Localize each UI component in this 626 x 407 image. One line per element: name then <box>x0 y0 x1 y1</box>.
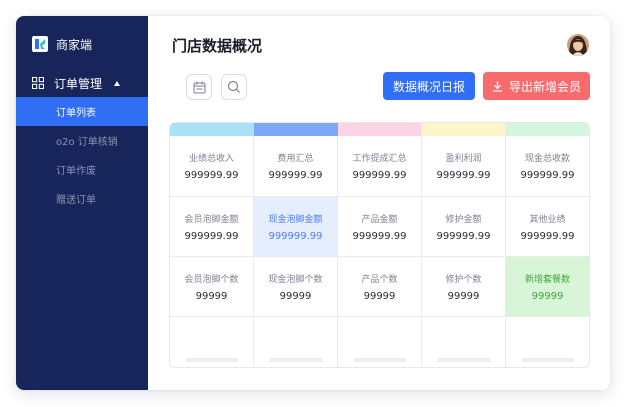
placeholder-cell <box>337 317 421 367</box>
sidebar-item-void-orders[interactable]: 订单作废 <box>16 155 148 184</box>
stat-label: 产品金额 <box>361 214 398 225</box>
table-row: 业绩总收入 999999.99 费用汇总 999999.99 工作提成汇总 99… <box>170 136 589 196</box>
calendar-button[interactable] <box>186 74 212 100</box>
stat-label: 现金泡脚金额 <box>268 214 323 225</box>
stat-value: 999999.99 <box>268 170 323 181</box>
sidebar-item-label: 订单作废 <box>56 166 96 177</box>
placeholder-cell <box>421 317 505 367</box>
stat-value: 999999.99 <box>184 170 239 181</box>
stat-label: 新增套餐数 <box>524 274 570 285</box>
download-icon <box>492 81 502 92</box>
stat-label: 现金总收款 <box>524 154 570 164</box>
loading-placeholder <box>184 358 239 362</box>
search-button[interactable] <box>221 74 247 100</box>
placeholder-cell <box>253 317 337 367</box>
loading-placeholder <box>520 358 575 362</box>
daily-report-button[interactable]: 数据概况日报 <box>383 72 475 100</box>
strip-segment <box>337 123 422 136</box>
table-row: 会员泡脚个数 99999 现金泡脚个数 99999 产品个数 99999 修护个… <box>170 256 589 316</box>
stat-cell-product-count: 产品个数 99999 <box>337 257 421 316</box>
color-strip <box>170 123 589 136</box>
app-window: 商家端 订单管理 订单列表 o2o 订单核销 订单作废 赠送订单 门店数据概况 <box>16 16 610 390</box>
stat-label: 修护金额 <box>445 214 482 225</box>
stat-label: 产品个数 <box>361 274 398 285</box>
loading-placeholder <box>436 358 491 362</box>
stat-label: 现金泡脚个数 <box>268 274 323 285</box>
stat-value: 99999 <box>279 290 312 302</box>
stat-label: 修护个数 <box>445 274 482 285</box>
sidebar-item-label: 赠送订单 <box>56 195 96 206</box>
stat-cell-other-revenue: 其他业绩 999999.99 <box>505 197 589 256</box>
stat-value: 99999 <box>363 290 396 302</box>
stat-cell-new-package-count: 新增套餐数 99999 <box>505 257 589 316</box>
stat-label: 工作提成汇总 <box>352 154 407 164</box>
stat-value: 999999.99 <box>520 170 575 181</box>
stat-cell-repair-count: 修护个数 99999 <box>421 257 505 316</box>
placeholder-cell <box>505 317 589 367</box>
stat-label: 其他业绩 <box>529 214 566 225</box>
sidebar-item-gift-orders[interactable]: 赠送订单 <box>16 184 148 213</box>
table-row: 会员泡脚金额 999999.99 现金泡脚金额 999999.99 产品金额 9… <box>170 196 589 256</box>
brand-name: 商家端 <box>56 37 93 52</box>
brand-logo-icon <box>32 36 48 52</box>
stat-label: 盈利利润 <box>445 154 482 164</box>
stat-value: 999999.99 <box>436 170 491 181</box>
sidebar-item-label: 订单列表 <box>56 108 96 119</box>
caret-up-icon[interactable] <box>114 80 121 86</box>
stat-cell-member-footbath-amount: 会员泡脚金额 999999.99 <box>170 197 253 256</box>
stat-label: 会员泡脚金额 <box>184 214 239 225</box>
stat-cell-expense-total: 费用汇总 999999.99 <box>253 136 337 196</box>
stat-label: 业绩总收入 <box>188 154 234 164</box>
search-icon <box>227 80 240 93</box>
loading-placeholder <box>268 358 323 362</box>
stat-value: 999999.99 <box>268 230 323 242</box>
stat-value: 99999 <box>195 290 228 302</box>
export-label: 导出新增会员 <box>508 79 581 94</box>
page-title: 门店数据概况 <box>172 37 263 55</box>
avatar[interactable] <box>567 34 589 56</box>
strip-segment <box>170 123 254 136</box>
export-new-members-button[interactable]: 导出新增会员 <box>483 72 590 100</box>
stat-label: 会员泡脚个数 <box>184 274 239 285</box>
sidebar-item-label: o2o 订单核销 <box>56 137 118 148</box>
sidebar-group-label: 订单管理 <box>54 76 103 91</box>
avatar-icon <box>567 34 589 56</box>
stat-cell-product-amount: 产品金额 999999.99 <box>337 197 421 256</box>
stat-cell-cash-footbath-amount: 现金泡脚金额 999999.99 <box>253 197 337 256</box>
stat-value: 999999.99 <box>352 170 407 181</box>
sidebar-item-order-list[interactable]: 订单列表 <box>16 97 148 126</box>
sidebar-group-order-management[interactable]: 订单管理 <box>16 70 148 96</box>
stat-cell-repair-amount: 修护金额 999999.99 <box>421 197 505 256</box>
stat-cell-profit: 盈利利润 999999.99 <box>421 136 505 196</box>
strip-segment <box>421 123 506 136</box>
grid-icon <box>32 77 44 89</box>
placeholder-cell <box>170 317 253 367</box>
stat-cell-cash-footbath-count: 现金泡脚个数 99999 <box>253 257 337 316</box>
stat-value: 99999 <box>531 290 564 302</box>
sidebar-item-o2o-verification[interactable]: o2o 订单核销 <box>16 126 148 155</box>
table-row-placeholder <box>170 316 589 367</box>
calendar-icon <box>193 81 205 93</box>
stat-value: 999999.99 <box>436 230 491 242</box>
stat-cell-total-revenue: 业绩总收入 999999.99 <box>170 136 253 196</box>
stat-value: 999999.99 <box>184 230 239 242</box>
stat-label: 费用汇总 <box>277 154 314 164</box>
stat-cell-member-footbath-count: 会员泡脚个数 99999 <box>170 257 253 316</box>
stat-value: 99999 <box>447 290 480 302</box>
stat-value: 999999.99 <box>520 230 575 242</box>
stat-cell-cash-total: 现金总收款 999999.99 <box>505 136 589 196</box>
stat-cell-commission-total: 工作提成汇总 999999.99 <box>337 136 421 196</box>
loading-placeholder <box>352 358 407 362</box>
stat-value: 999999.99 <box>352 230 407 242</box>
strip-segment <box>505 123 589 136</box>
daily-report-label: 数据概况日报 <box>392 79 465 94</box>
store-data-table: 业绩总收入 999999.99 费用汇总 999999.99 工作提成汇总 99… <box>169 122 590 368</box>
brand: 商家端 <box>32 35 92 53</box>
strip-segment <box>253 123 338 136</box>
sidebar: 商家端 订单管理 订单列表 o2o 订单核销 订单作废 赠送订单 <box>16 16 148 390</box>
main-content: 门店数据概况 数据概况日报 导出新增会员 业绩总收入 999999.99 费用汇… <box>148 16 610 390</box>
